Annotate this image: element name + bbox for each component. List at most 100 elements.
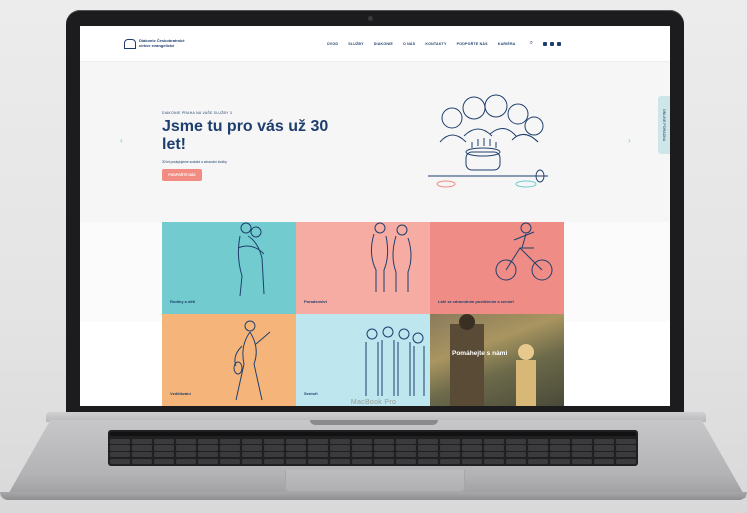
keyboard-key: [395, 452, 417, 458]
keyboard-key: [395, 438, 417, 444]
youtube-icon[interactable]: [556, 41, 561, 46]
laptop-trackpad: [285, 470, 465, 492]
keyboard-key: [263, 452, 285, 458]
laptop-screen: Diakonie Českobratrské církve evangelick…: [80, 26, 670, 406]
keyboard-key: [439, 445, 461, 451]
touch-bar: [110, 432, 636, 436]
keyboard-key: [131, 458, 153, 464]
hero-eyebrow: DIAKONIE PRAHA NA VAŠE SLUŽBY 3: [162, 111, 233, 115]
keyboard-key: [285, 438, 307, 444]
nav-item-uvod[interactable]: ÚVOD: [327, 42, 338, 46]
keyboard-key: [285, 452, 307, 458]
device-brand-label: MacBook Pro: [350, 399, 397, 406]
keyboard-key: [307, 445, 329, 451]
instagram-icon[interactable]: [549, 41, 554, 46]
nav-item-kontakty[interactable]: KONTAKTY: [425, 42, 446, 46]
online-advice-tab[interactable]: ONLINE PORADNA: [658, 96, 670, 154]
camera-icon: [368, 16, 373, 21]
keyboard-key: [593, 438, 615, 444]
service-tiles: Rodiny a děti Poradenství Lidé se zdravo…: [162, 222, 564, 406]
nav-item-diakonie[interactable]: DIAKONIE: [374, 42, 393, 46]
keyboard-key: [285, 458, 307, 464]
logo-icon: [124, 38, 136, 49]
cyclist-illustration: [495, 222, 553, 281]
keyboard-key: [153, 452, 175, 458]
keyboard-key: [351, 458, 373, 464]
nav-item-o-nas[interactable]: O NÁS: [403, 42, 415, 46]
keyboard-key: [571, 445, 593, 451]
keyboard-key: [110, 458, 131, 464]
keyboard-key: [241, 445, 263, 451]
tile-seniors[interactable]: Senioři: [296, 314, 430, 406]
hero-title: Jsme tu pro vás už 30 let!: [162, 118, 329, 153]
keyboard-key: [483, 438, 505, 444]
keyboard-key: [593, 452, 615, 458]
keyboard-key: [593, 445, 615, 451]
keyboard-key: [461, 445, 483, 451]
keyboard-key: [615, 452, 636, 458]
keyboard-key: [131, 452, 153, 458]
keyboard-key: [505, 452, 527, 458]
keyboard-key: [175, 458, 197, 464]
keyboard-key: [549, 438, 571, 444]
keyboard-key: [461, 452, 483, 458]
tile-label: Lidé se zdravotním postižením a senioři: [438, 299, 514, 304]
keyboard-key: [417, 452, 439, 458]
keyboard-key: [285, 445, 307, 451]
nav-item-kariera[interactable]: KARIÉRA: [498, 42, 516, 46]
keyboard-key: [351, 438, 373, 444]
keyboard-key: [505, 458, 527, 464]
keyboard-key: [307, 452, 329, 458]
keyboard-key: [417, 458, 439, 464]
keyboard-key: [110, 445, 131, 451]
keyboard-key: [263, 458, 285, 464]
keyboard-key: [571, 458, 593, 464]
search-icon[interactable]: ⌕: [530, 40, 533, 47]
hero-section: ‹ › DIAKONIE PRAHA NA VAŠE SLUŽBY 3 Jsme…: [80, 62, 670, 222]
tile-families[interactable]: Rodiny a děti: [162, 222, 296, 314]
keyboard-key: [219, 445, 241, 451]
laptop-hinge: [310, 420, 438, 425]
nav-item-sluzby[interactable]: SLUŽBY: [348, 42, 364, 46]
tile-education[interactable]: Vzdělávání: [162, 314, 296, 406]
two-people-talking-illustration: [370, 222, 412, 292]
family-celebration-illustration: [428, 94, 548, 188]
hero-cta-button[interactable]: PODPOŘTE NÁS: [162, 169, 202, 181]
page-background: [80, 322, 162, 406]
keyboard-key: [549, 458, 571, 464]
keyboard-key: [417, 445, 439, 451]
tile-label: Rodiny a děti: [170, 299, 196, 304]
tile-disabled-seniors[interactable]: Lidé se zdravotním postižením a senioři: [430, 222, 564, 314]
keyboard-key: [351, 452, 373, 458]
laptop-keyboard: [108, 430, 638, 466]
site-logo[interactable]: Diakonie Českobratrské církve evangelick…: [124, 38, 187, 49]
keyboard-key: [461, 458, 483, 464]
keyboard-key: [131, 445, 153, 451]
keyboard-key: [197, 458, 219, 464]
carousel-prev-arrow[interactable]: ‹: [120, 136, 123, 145]
keyboard-key: [549, 445, 571, 451]
keyboard-key: [307, 458, 329, 464]
keyboard-key: [219, 458, 241, 464]
keyboard-key: [439, 458, 461, 464]
site-header: Diakonie Českobratrské církve evangelick…: [80, 26, 670, 62]
keyboard-key: [505, 445, 527, 451]
keyboard-key: [527, 452, 549, 458]
keyboard-key: [263, 438, 285, 444]
nav-item-podporte[interactable]: PODPOŘTE NÁS: [457, 42, 488, 46]
keyboard-key: [153, 438, 175, 444]
keyboard-key: [527, 458, 549, 464]
keyboard-key: [175, 445, 197, 451]
keyboard-key: [505, 438, 527, 444]
tile-counseling[interactable]: Poradenství: [296, 222, 430, 314]
keyboard-key: [241, 438, 263, 444]
keyboard-key: [373, 438, 395, 444]
tile-help-us-photo[interactable]: Pomáhejte s námi: [430, 314, 564, 406]
keyboard-key: [131, 438, 153, 444]
facebook-icon[interactable]: [542, 41, 547, 46]
keyboard-key: [110, 438, 131, 444]
carousel-next-arrow[interactable]: ›: [628, 136, 631, 145]
keyboard-key: [110, 452, 131, 458]
logo-text: Diakonie Českobratrské církve evangelick…: [139, 38, 185, 48]
keyboard-key: [219, 438, 241, 444]
